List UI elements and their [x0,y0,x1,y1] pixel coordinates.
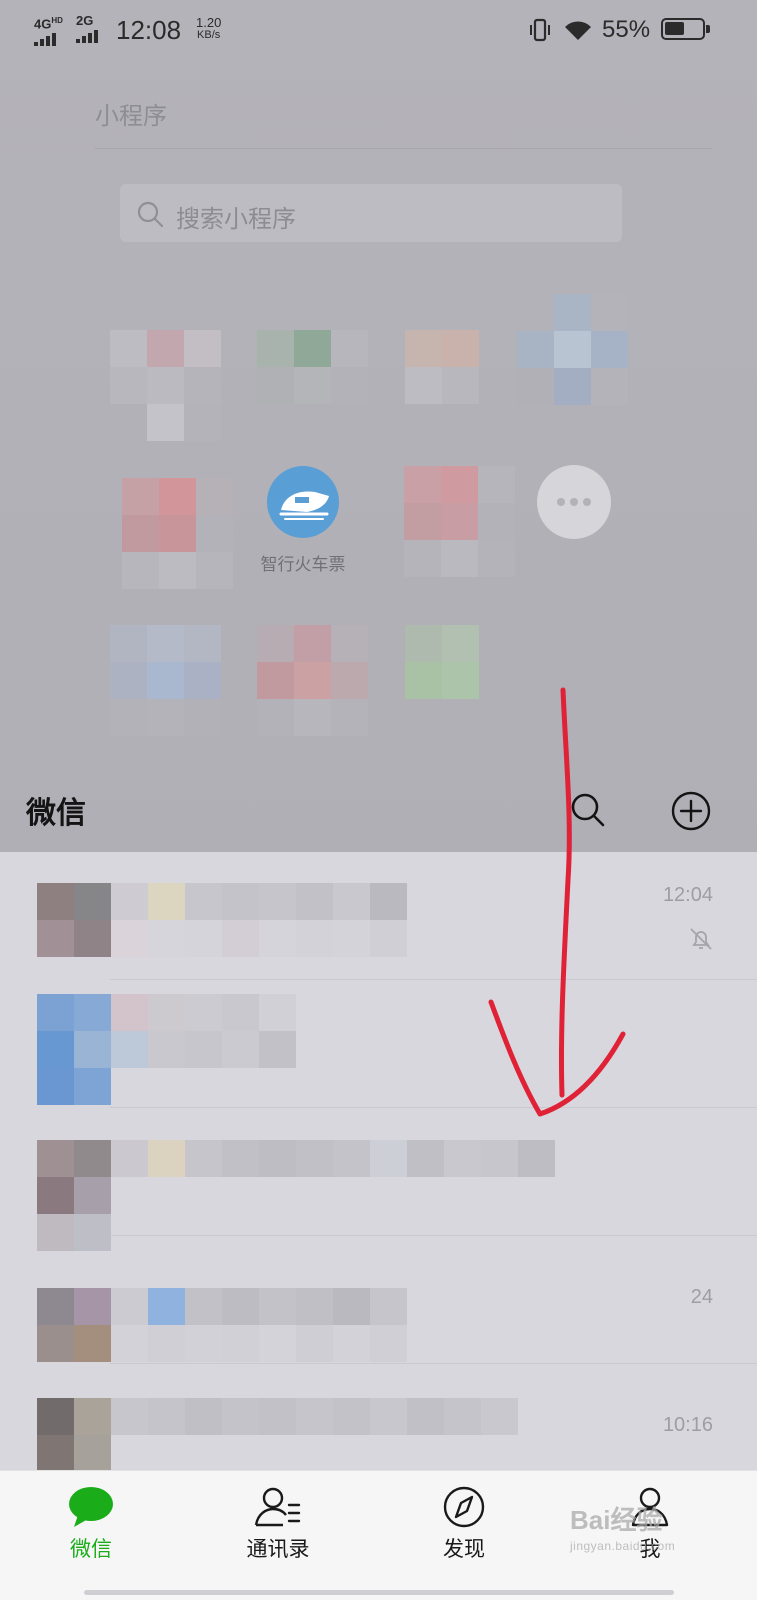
signal-2g-indicator: 2G [76,14,98,43]
chat-time: 24 [690,1286,713,1308]
chat-time: 10:16 [662,1414,713,1436]
tab-discover[interactable]: 发现 [389,1471,539,1600]
mini-program-icon-pixelated[interactable] [257,330,368,404]
network-2-label: 2G [76,13,94,28]
mini-program-icon-pixelated[interactable] [122,478,233,589]
train-icon [279,491,329,520]
divider [95,148,712,149]
mini-program-search-input[interactable]: 搜索小程序 [120,184,622,242]
status-bar: 4GHD 2G 12:08 1.20 KB/s 55% [0,0,757,62]
battery-fill [665,22,684,35]
tab-label: 微信 [70,1538,112,1561]
mini-program-icon-pixelated[interactable] [257,625,368,736]
wifi-icon [565,21,591,40]
search-placeholder: 搜索小程序 [176,206,296,233]
mini-program-icon-pixelated[interactable] [110,625,221,736]
tab-wechat[interactable]: 微信 [16,1471,166,1600]
mini-program-title: 小程序 [95,103,167,130]
battery-icon [661,18,710,40]
tab-label: 发现 [443,1538,485,1561]
page-title: 微信 [26,797,86,830]
muted-bell-icon [690,928,712,950]
chat-name-pixelated [111,1288,407,1362]
chat-header: 微信 [0,770,757,852]
chat-name-pixelated [111,883,407,957]
mini-program-icon-pixelated[interactable] [517,294,628,405]
baidu-watermark: Bai经验 jingyan.baidu.com [570,1500,675,1553]
tab-label: 通讯录 [246,1538,310,1561]
chat-row[interactable] [0,1108,757,1251]
signal-4g-indicator: 4GHD [34,14,63,47]
watermark-brand: Bai经验 [570,1505,663,1535]
mini-program-icon-pixelated[interactable] [404,466,515,577]
more-mini-programs-button[interactable] [537,465,611,539]
signal-bars-icon [76,29,98,43]
tab-contacts[interactable]: 通讯录 [203,1471,353,1600]
network-speed-unit: KB/s [197,29,221,41]
watermark-url: jingyan.baidu.com [570,1539,676,1553]
avatar [37,1398,111,1472]
battery-percent: 55% [602,16,651,43]
chat-bubble-icon [69,1487,113,1527]
network-1-label: 4G [34,16,52,32]
network-speed-value: 1.20 [196,15,222,30]
avatar [37,883,111,957]
contacts-icon [254,1487,301,1527]
chat-row[interactable]: 24 [0,1236,757,1364]
train-ticket-label: 智行火车票 [260,555,346,574]
chat-name-pixelated [111,1140,555,1177]
chat-list: 12:04 24 10:16 [0,852,757,1472]
search-icon[interactable] [568,790,608,830]
signal-bars-icon [34,32,63,47]
search-icon [137,201,164,228]
network-speed: 1.20 KB/s [196,16,221,42]
avatar [37,1288,111,1362]
add-circle-icon[interactable] [670,790,712,832]
network-1-suffix: HD [51,16,63,25]
chat-row[interactable] [0,980,757,1108]
chat-name-pixelated [111,994,296,1068]
avatar [37,994,111,1105]
mini-program-icon-pixelated[interactable] [405,330,516,404]
vibrate-icon [530,18,550,42]
home-indicator[interactable] [84,1590,674,1595]
mini-program-icon-pixelated[interactable] [405,625,479,699]
mini-program-icon-pixelated[interactable] [110,330,221,441]
avatar [37,1140,111,1251]
wechat-screen: 4GHD 2G 12:08 1.20 KB/s 55% 小程序 搜索小程序 智行… [0,0,757,1600]
compass-icon [443,1486,485,1528]
status-time: 12:08 [116,15,182,45]
chat-time: 12:04 [662,884,713,906]
chat-name-pixelated [111,1398,518,1435]
mini-program-train-ticket[interactable] [267,466,339,538]
chat-row[interactable]: 12:04 [0,852,757,980]
